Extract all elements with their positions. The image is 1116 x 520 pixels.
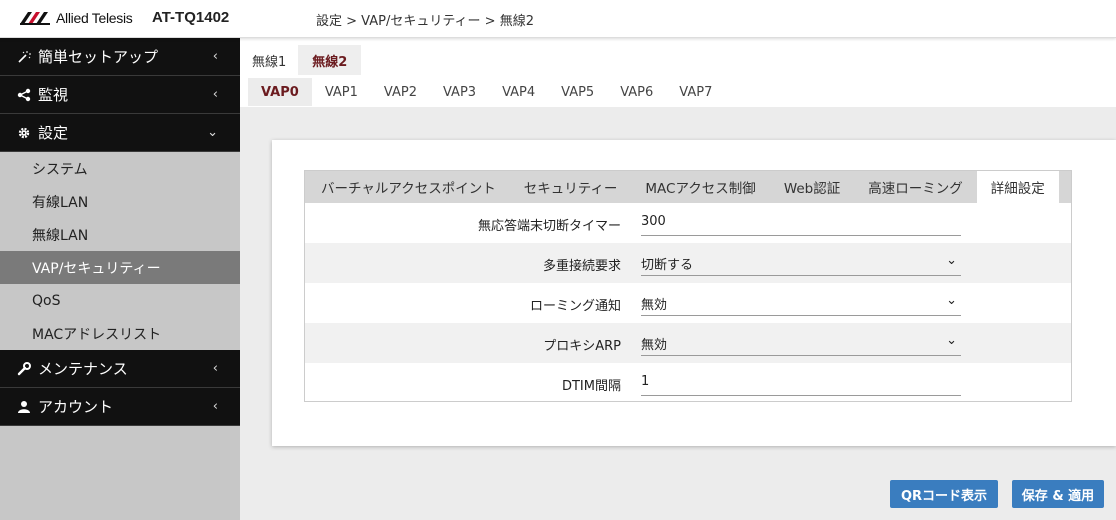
chevron-left-icon: ‹ <box>212 87 218 102</box>
brand-name: Allied Telesis <box>56 10 133 26</box>
vap-tabs: VAP0 VAP1 VAP2 VAP3 VAP4 VAP5 VAP6 VAP7 <box>248 78 725 106</box>
chevron-left-icon: ‹ <box>212 49 218 64</box>
form-row-multiple-connection: 多重接続要求 切断する ⌄ <box>305 243 1071 283</box>
nav-account-label: アカウント <box>38 398 114 416</box>
sidebar-item-vap-security[interactable]: VAP/セキュリティー <box>0 251 240 284</box>
form-row-roaming-notice: ローミング通知 無効 ⌄ <box>305 283 1071 323</box>
chevron-down-icon: ⌄ <box>946 253 957 268</box>
tab-advanced-settings[interactable]: 詳細設定 <box>976 171 1059 203</box>
save-apply-button[interactable]: 保存 & 適用 <box>1012 480 1104 508</box>
nav-maintenance-label: メンテナンス <box>38 360 128 378</box>
nav-easy-setup[interactable]: 簡単セットアップ ‹ <box>0 38 240 76</box>
sidebar-item-wired-lan[interactable]: 有線LAN <box>0 185 240 218</box>
chevron-left-icon: ‹ <box>212 361 218 376</box>
device-model: AT-TQ1402 <box>152 9 230 26</box>
tab-virtual-access-point[interactable]: バーチャルアクセスポイント <box>307 171 510 203</box>
nav-settings[interactable]: 設定 ⌄ <box>0 114 240 152</box>
breadcrumb: 設定 > VAP/セキュリティー > 無線2 <box>316 14 534 29</box>
roaming-notice-select[interactable]: 無効 ⌄ <box>641 288 961 316</box>
tab-mac-access-control[interactable]: MACアクセス制御 <box>631 171 769 203</box>
tab-vap4[interactable]: VAP4 <box>489 78 548 106</box>
inactivity-timer-label: 無応答端末切断タイマー <box>477 219 621 234</box>
nav-easy-setup-label: 簡単セットアップ <box>38 48 159 66</box>
chevron-down-icon: ⌄ <box>207 125 218 140</box>
tab-radio-1[interactable]: 無線1 <box>240 45 299 75</box>
chevron-down-icon: ⌄ <box>946 333 957 348</box>
nav-maintenance[interactable]: メンテナンス ‹ <box>0 350 240 388</box>
tab-radio-2[interactable]: 無線2 <box>298 45 362 75</box>
dtim-interval-input[interactable]: 1 <box>641 368 961 396</box>
share-icon <box>14 88 34 102</box>
chevron-down-icon: ⌄ <box>946 293 957 308</box>
inactivity-timer-input[interactable]: 300 <box>641 208 961 236</box>
tab-web-auth[interactable]: Web認証 <box>770 171 854 203</box>
tab-fast-roaming[interactable]: 高速ローミング <box>854 171 977 203</box>
sidebar-item-wireless-lan[interactable]: 無線LAN <box>0 218 240 251</box>
top-header: Allied Telesis AT-TQ1402 設定 > VAP/セキュリティ… <box>0 0 1116 38</box>
form-row-inactivity-timer: 無応答端末切断タイマー 300 <box>305 203 1071 243</box>
form-row-proxy-arp: プロキシARP 無効 ⌄ <box>305 323 1071 363</box>
proxy-arp-label: プロキシARP <box>543 339 621 354</box>
sidebar-item-mac-address-list[interactable]: MACアドレスリスト <box>0 317 240 350</box>
settings-panel: バーチャルアクセスポイント セキュリティー MACアクセス制御 Web認証 高速… <box>304 170 1072 402</box>
allied-telesis-logo-icon <box>20 12 50 25</box>
radio-tabs: 無線1 無線2 <box>240 45 362 75</box>
roaming-notice-label: ローミング通知 <box>529 299 621 314</box>
form-row-dtim-interval: DTIM間隔 1 <box>305 363 1071 403</box>
dtim-interval-label: DTIM間隔 <box>561 379 621 394</box>
chevron-left-icon: ‹ <box>212 399 218 414</box>
proxy-arp-select[interactable]: 無効 ⌄ <box>641 328 961 356</box>
multiple-connection-label: 多重接続要求 <box>542 259 621 274</box>
tab-vap0[interactable]: VAP0 <box>248 78 312 106</box>
tab-security[interactable]: セキュリティー <box>510 171 632 203</box>
multiple-connection-select[interactable]: 切断する ⌄ <box>641 248 961 276</box>
roaming-notice-value: 無効 <box>641 298 668 313</box>
tab-vap5[interactable]: VAP5 <box>548 78 607 106</box>
tab-vap6[interactable]: VAP6 <box>607 78 666 106</box>
nav-monitor-label: 監視 <box>38 86 69 104</box>
magic-wand-icon <box>14 50 34 64</box>
content-tabs: バーチャルアクセスポイント セキュリティー MACアクセス制御 Web認証 高速… <box>305 171 1071 203</box>
gear-icon <box>14 126 34 140</box>
nav-account[interactable]: アカウント ‹ <box>0 388 240 426</box>
tab-vap2[interactable]: VAP2 <box>371 78 430 106</box>
brand-logo: Allied Telesis <box>20 10 133 26</box>
multiple-connection-value: 切断する <box>641 258 694 273</box>
nav-monitor[interactable]: 監視 ‹ <box>0 76 240 114</box>
qr-code-button[interactable]: QRコード表示 <box>890 480 998 508</box>
proxy-arp-value: 無効 <box>641 338 668 353</box>
wrench-icon <box>14 361 34 376</box>
tab-vap1[interactable]: VAP1 <box>312 78 371 106</box>
nav-settings-label: 設定 <box>38 124 69 142</box>
main-content: 無線1 無線2 VAP0 VAP1 VAP2 VAP3 VAP4 VAP5 VA… <box>240 38 1116 520</box>
settings-card: バーチャルアクセスポイント セキュリティー MACアクセス制御 Web認証 高速… <box>272 140 1116 446</box>
tab-vap7[interactable]: VAP7 <box>666 78 725 106</box>
sidebar-item-qos[interactable]: QoS <box>0 284 240 317</box>
tab-vap3[interactable]: VAP3 <box>430 78 489 106</box>
sidebar: 簡単セットアップ ‹ 監視 ‹ 設定 ⌄ システム 有線LAN 無線LAN VA… <box>0 38 240 520</box>
user-icon <box>14 400 34 414</box>
sidebar-item-system[interactable]: システム <box>0 152 240 185</box>
